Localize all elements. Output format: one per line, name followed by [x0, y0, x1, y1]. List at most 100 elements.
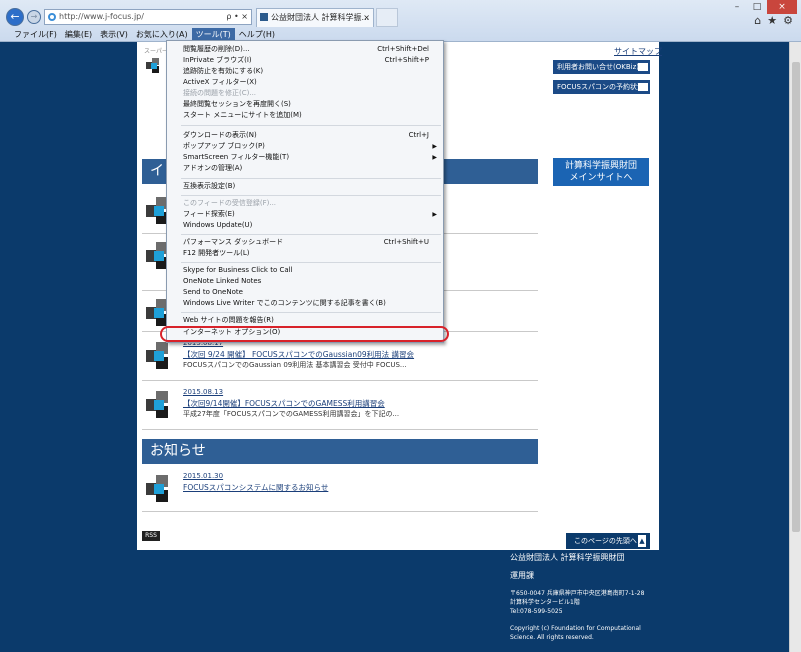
browser-tab[interactable]: 公益財団法人 計算科学振... ×	[256, 8, 374, 27]
address-bar[interactable]: http://www.j-focus.jp/ ρ • ×	[44, 9, 252, 25]
menu-item-windows-update[interactable]: Windows Update(U)	[183, 220, 439, 231]
news-description: 平成27年度「FOCUSスパコンでのGAMESS利用講習会」を下記の...	[183, 410, 400, 418]
arrow-up-icon: ▲	[638, 535, 646, 547]
menu-item-performance-dashboard[interactable]: パフォーマンス ダッシュボード Ctrl+Shift+U	[183, 237, 439, 248]
menu-view[interactable]: 表示(V)	[96, 28, 132, 42]
scrollbar-thumb[interactable]	[792, 62, 800, 532]
news-title[interactable]: 【次回9/14開催】FOCUSスパコンでのGAMESS利用講習会	[183, 398, 385, 409]
dropdown-arrow-icon	[638, 63, 648, 71]
inquiry-button[interactable]: 利用者お問い合せ(OKBiz)	[553, 60, 650, 74]
news-title[interactable]: 【次回 9/24 開催】 FOCUSスパコンでのGaussian09利用法 講習…	[183, 349, 414, 360]
notice-section-header: お知らせ	[142, 439, 538, 464]
menu-item-compat-view[interactable]: 互換表示設定(B)	[183, 181, 439, 192]
submenu-arrow-icon: ▶	[432, 143, 437, 150]
menu-item-report-problem[interactable]: Web サイトの問題を報告(R)	[183, 315, 439, 326]
favorites-star-icon[interactable]: ★	[767, 14, 777, 27]
nav-link-okbiz[interactable]: | お問い合せシステムOKBiz利用	[513, 121, 659, 136]
menu-item-label: ActiveX フィルター(X)	[183, 78, 257, 86]
menu-item-label: 最終閲覧セッションを再度開く(S)	[183, 100, 291, 108]
menu-item-label: SmartScreen フィルター機能(T)	[183, 153, 290, 161]
ie-logo-icon	[48, 13, 56, 21]
menu-file[interactable]: ファイル(F)	[10, 28, 61, 42]
menu-item-label: Web サイトの問題を報告(R)	[183, 316, 274, 324]
menu-item-live-writer[interactable]: Windows Live Writer でこのコンテンツに関する記事を書く(B)	[183, 298, 439, 309]
notice-item[interactable]: 2015.01.30 FOCUSスパコンシステムに関するお知らせ	[142, 472, 538, 512]
page-top-link[interactable]: このページの先頭へ ▲	[566, 533, 650, 549]
new-tab-button[interactable]	[376, 8, 398, 27]
menu-item-label: 追跡防止を有効にする(K)	[183, 67, 264, 75]
menu-separator	[181, 125, 441, 126]
main-site-line2: メインサイトへ	[569, 173, 633, 183]
submenu-arrow-icon: ▶	[432, 211, 437, 218]
close-window-button[interactable]: ×	[767, 0, 797, 14]
vertical-scrollbar[interactable]	[789, 42, 801, 652]
list-item[interactable]: 2015.08.13 【次回9/14開催】FOCUSスパコンでのGAMESS利用…	[142, 388, 538, 430]
site-small-text: スーパー	[144, 48, 168, 55]
page-top-label: このページの先頭へ	[574, 537, 637, 545]
address-controls[interactable]: ρ • ×	[226, 10, 248, 24]
menu-item-send-onenote[interactable]: Send to OneNote	[183, 287, 439, 298]
toolbar-icons: ⌂ ★ ⚙	[748, 14, 793, 27]
footer-copyright: Copyright (c) Foundation for Computation…	[510, 624, 660, 642]
copyright-line: Science. All rights reserved.	[510, 634, 594, 641]
tab-favicon-icon	[260, 13, 268, 21]
nav-link-faq[interactable]: | よくある質問	[449, 121, 516, 136]
menu-item-skype[interactable]: Skype for Business Click to Call	[183, 265, 439, 276]
nav-link-guide-cont[interactable]: の手引	[139, 134, 169, 149]
notice-title[interactable]: FOCUSスパコンシステムに関するお知らせ	[183, 482, 328, 493]
sitemap-link[interactable]: サイトマップ	[614, 46, 662, 57]
menu-item-label: OneNote Linked Notes	[183, 277, 262, 285]
notice-date[interactable]: 2015.01.30	[183, 472, 223, 480]
menu-item-inprivate[interactable]: InPrivate ブラウズ(I) Ctrl+Shift+P	[183, 55, 439, 66]
menu-item-fix-connection: 接続の問題を修正(C)...	[183, 88, 439, 99]
list-item[interactable]: 2015.08.17 【次回 9/24 開催】 FOCUSスパコンでのGauss…	[142, 339, 538, 381]
menu-item-label: 閲覧履歴の削除(D)...	[183, 45, 250, 53]
reservation-status-button[interactable]: FOCUSスパコンの予約状況	[553, 80, 650, 94]
menu-item-manage-addons[interactable]: アドオンの管理(A)	[183, 163, 439, 174]
menu-item-label: パフォーマンス ダッシュボード	[183, 238, 284, 246]
menu-item-popup-blocker[interactable]: ポップアップ ブロック(P) ▶	[183, 141, 439, 152]
menu-item-label: アドオンの管理(A)	[183, 164, 243, 172]
menu-item-label: Windows Live Writer でこのコンテンツに関する記事を書く(B)	[183, 299, 386, 307]
menu-item-shortcut: Ctrl+Shift+U	[383, 238, 429, 246]
menu-edit[interactable]: 編集(E)	[61, 28, 96, 42]
browser-chrome: ← → http://www.j-focus.jp/ ρ • × 公益財団法人 …	[0, 0, 801, 42]
menu-item-subscribe-feed: このフィードの受信登録(F)...	[183, 198, 439, 209]
menu-item-downloads[interactable]: ダウンロードの表示(N) Ctrl+J	[183, 130, 439, 141]
minimize-button[interactable]: –	[727, 0, 747, 14]
news-description: FOCUSスパコンでのGaussian 09利用法 基本講習会 受付中 FOCU…	[183, 361, 407, 369]
menu-item-f12-devtools[interactable]: F12 開発者ツール(L)	[183, 248, 439, 259]
menu-item-tracking-protection[interactable]: 追跡防止を有効にする(K)	[183, 66, 439, 77]
main-site-line1: 計算科学振興財団	[564, 161, 637, 171]
menu-item-add-to-start[interactable]: スタート メニューにサイトを追加(M)	[183, 110, 439, 121]
maximize-button[interactable]: □	[747, 0, 767, 14]
menu-item-onenote-linked[interactable]: OneNote Linked Notes	[183, 276, 439, 287]
settings-gear-icon[interactable]: ⚙	[783, 14, 793, 27]
footer-org: 公益財団法人 計算科学振興財団	[510, 553, 625, 562]
back-button[interactable]: ←	[6, 8, 24, 26]
menu-item-label: Windows Update(U)	[183, 221, 253, 229]
tab-close-icon[interactable]: ×	[363, 9, 370, 26]
submenu-arrow-icon: ▶	[432, 154, 437, 161]
home-icon[interactable]: ⌂	[754, 14, 761, 27]
main-site-button[interactable]: 計算科学振興財団 メインサイトへ	[553, 158, 649, 186]
menu-item-label: フィード探索(E)	[183, 210, 235, 218]
highlight-annotation	[160, 326, 449, 342]
tab-title: 公益財団法人 計算科学振...	[271, 13, 370, 22]
menu-item-smartscreen[interactable]: SmartScreen フィルター機能(T) ▶	[183, 152, 439, 163]
news-date[interactable]: 2015.08.13	[183, 388, 223, 396]
site-logo-icon	[146, 58, 159, 73]
menu-item-reopen-session[interactable]: 最終閲覧セッションを再度開く(S)	[183, 99, 439, 110]
menu-item-feed-discovery[interactable]: フィード探索(E) ▶	[183, 209, 439, 220]
rss-button[interactable]: RSS	[142, 531, 160, 541]
footer-address: 〒650-0047 兵庫県神戸市中央区港島南町7-1-28 計算科学センタービル…	[510, 589, 660, 616]
menu-separator	[181, 262, 441, 263]
menu-item-shortcut: Ctrl+Shift+Del	[377, 45, 429, 53]
menu-item-delete-history[interactable]: 閲覧履歴の削除(D)... Ctrl+Shift+Del	[183, 44, 439, 55]
menu-separator	[181, 234, 441, 235]
menu-separator	[181, 195, 441, 196]
copyright-line: Copyright (c) Foundation for Computation…	[510, 625, 641, 632]
menu-item-activex-filter[interactable]: ActiveX フィルター(X)	[183, 77, 439, 88]
reservation-status-label: FOCUSスパコンの予約状況	[557, 83, 644, 91]
forward-button[interactable]: →	[27, 10, 41, 24]
